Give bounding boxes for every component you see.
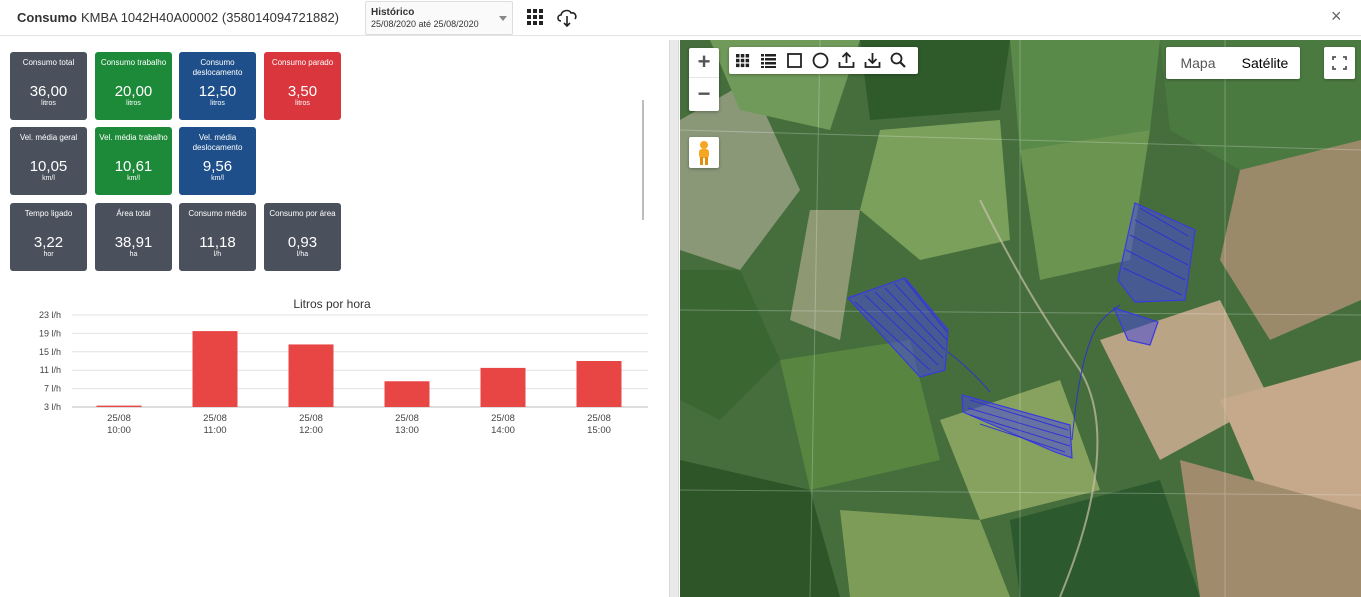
metric-value: 9,56 — [202, 158, 233, 175]
y-tick-label: 23 l/h — [39, 310, 61, 320]
download-icon[interactable] — [862, 50, 883, 71]
metric-label: Consumo médio — [188, 209, 247, 218]
chart-bar — [288, 344, 334, 407]
metric-unit: l/ha — [296, 251, 309, 258]
metric-unit: km/l — [127, 175, 140, 182]
chevron-down-icon — [499, 16, 507, 21]
cloud-download-icon[interactable] — [556, 8, 577, 28]
y-tick-label: 15 l/h — [39, 347, 61, 357]
metric-label: Tempo ligado — [24, 209, 73, 218]
metric-label: Vel. média trabalho — [99, 133, 168, 142]
fullscreen-icon[interactable] — [1324, 47, 1355, 79]
y-tick-label: 11 l/h — [40, 365, 61, 375]
metric-value: 10,05 — [29, 158, 68, 175]
metric-value: 3,50 — [287, 83, 318, 100]
chart-bar — [96, 405, 142, 407]
upload-icon[interactable] — [836, 50, 857, 71]
panel-splitter[interactable] — [669, 40, 679, 597]
map-type-satellite-button[interactable]: Satélite — [1230, 47, 1300, 79]
zoom-control: + − — [689, 48, 719, 111]
chart-bar — [192, 331, 238, 407]
metric-value: 0,93 — [287, 234, 318, 251]
metric-card: Consumo por área 0,93 l/ha — [264, 203, 341, 271]
metric-unit: litros — [295, 100, 310, 107]
metric-card: Área total 38,91 ha — [95, 203, 172, 271]
x-tick-label: 12:00 — [299, 425, 323, 436]
liters-per-hour-chart: 3 l/h7 l/h11 l/h15 l/h19 l/h23 l/h25/081… — [39, 310, 648, 436]
y-tick-label: 7 l/h — [44, 384, 61, 394]
metric-label: Vel. média deslocamento — [192, 133, 243, 152]
x-tick-label: 10:00 — [107, 425, 131, 436]
metric-value: 12,50 — [198, 83, 237, 100]
close-icon[interactable]: × — [1331, 7, 1345, 25]
metric-unit: l/h — [213, 251, 222, 258]
metric-value: 36,00 — [29, 83, 68, 100]
list-icon[interactable] — [758, 50, 779, 71]
metric-value: 11,18 — [199, 234, 236, 251]
map-type-control: Mapa Satélite — [1166, 47, 1300, 79]
satellite-map[interactable]: + − Mapa Satélite — [680, 40, 1361, 597]
metric-unit: litros — [126, 100, 141, 107]
scrollbar[interactable] — [642, 100, 644, 220]
x-tick-label: 25/08 — [203, 413, 227, 424]
x-tick-label: 11:00 — [203, 425, 226, 436]
zoom-out-button[interactable]: − — [689, 80, 719, 110]
metric-card: Vel. média trabalho 10,61 km/l — [95, 127, 172, 195]
metric-label: Consumo deslocamento — [192, 58, 243, 77]
metric-value: 3,22 — [33, 234, 64, 251]
circle-icon[interactable] — [810, 50, 831, 71]
rectangle-icon[interactable] — [784, 50, 805, 71]
metric-label: Consumo total — [22, 58, 75, 67]
chart-bar — [576, 361, 622, 407]
metric-card: Consumo total 36,00 litros — [10, 52, 87, 120]
metric-unit: litros — [210, 100, 225, 107]
x-tick-label: 13:00 — [395, 425, 419, 436]
metric-unit: km/l — [211, 175, 224, 182]
map-type-map-button[interactable]: Mapa — [1166, 47, 1230, 79]
x-tick-label: 14:00 — [491, 425, 515, 436]
search-icon[interactable] — [888, 50, 909, 71]
metric-card: Consumo médio 11,18 l/h — [179, 203, 256, 271]
chart-bar — [480, 367, 526, 407]
x-tick-label: 25/08 — [491, 413, 515, 424]
metric-card: Vel. média deslocamento 9,56 km/l — [179, 127, 256, 195]
header-bar: Consumo KMBA 1042H40A00002 (3580140947218… — [0, 0, 1361, 36]
metric-value: 38,91 — [114, 234, 153, 251]
period-label: Histórico — [371, 7, 415, 18]
page-title: Consumo KMBA 1042H40A00002 (3580140947218… — [17, 10, 339, 25]
map-imagery — [680, 40, 1361, 597]
metric-card: Tempo ligado 3,22 hor — [10, 203, 87, 271]
y-tick-label: 3 l/h — [44, 402, 61, 412]
metric-unit: hor — [43, 251, 54, 258]
period-value: 25/08/2020 até 25/08/2020 — [371, 19, 479, 29]
metric-value: 10,61 — [114, 158, 153, 175]
metric-card: Vel. média geral 10,05 km/l — [10, 127, 87, 195]
x-tick-label: 25/08 — [587, 413, 611, 424]
zoom-in-button[interactable]: + — [689, 48, 719, 78]
period-selector[interactable]: Histórico 25/08/2020 até 25/08/2020 — [365, 1, 513, 35]
metric-card: Consumo trabalho 20,00 litros — [95, 52, 172, 120]
metric-unit: ha — [129, 251, 138, 258]
metric-label: Consumo trabalho — [100, 58, 167, 67]
y-tick-label: 19 l/h — [39, 328, 61, 338]
metric-unit: litros — [41, 100, 56, 107]
metric-label: Área total — [116, 209, 151, 218]
metric-value: 20,00 — [114, 83, 153, 100]
metric-unit: km/l — [42, 175, 55, 182]
x-tick-label: 15:00 — [587, 425, 611, 436]
chart-bar — [384, 381, 430, 407]
metric-label: Consumo parado — [271, 58, 334, 67]
metric-card: Consumo parado 3,50 litros — [264, 52, 341, 120]
metric-label: Consumo por área — [269, 209, 336, 218]
x-tick-label: 25/08 — [107, 413, 131, 424]
x-tick-label: 25/08 — [395, 413, 419, 424]
apps-grid-icon[interactable] — [526, 8, 546, 28]
x-tick-label: 25/08 — [299, 413, 323, 424]
grid-icon[interactable] — [732, 50, 753, 71]
metric-card: Consumo deslocamento 12,50 litros — [179, 52, 256, 120]
map-toolbar — [729, 47, 918, 74]
metric-label: Vel. média geral — [19, 133, 78, 142]
street-view-pegman-icon[interactable] — [689, 137, 719, 168]
